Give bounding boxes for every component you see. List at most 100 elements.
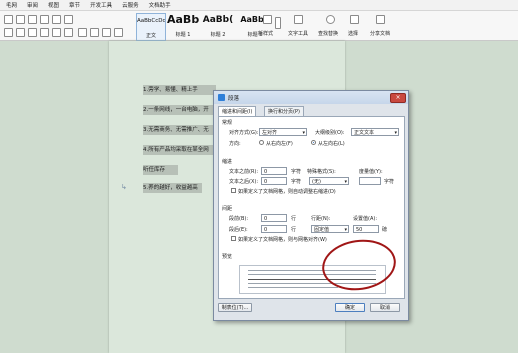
line-spacing-select[interactable]: 固定值 (311, 225, 349, 233)
dialog-titlebar[interactable]: 段落 × (214, 91, 408, 104)
new-style-label[interactable]: 新样式 (258, 30, 273, 37)
style-heading-2[interactable]: AaBb( 标题 2 (201, 13, 235, 39)
select-label[interactable]: 选择 (348, 30, 358, 37)
paragraph[interactable]: 2.一条网线，一台电脑，开 (143, 105, 214, 115)
menu-item[interactable]: 文档助手 (149, 1, 171, 9)
general-section-title: 常规 (222, 120, 233, 126)
measure-input[interactable] (359, 177, 381, 185)
line-spacing-icon[interactable] (52, 28, 61, 37)
dialog-title: 段落 (228, 96, 240, 102)
preview-section-title: 预览 (222, 254, 233, 260)
space-after-unit[interactable]: 行 (291, 226, 296, 233)
special-format-select[interactable]: (无) (309, 177, 349, 185)
space-after-label: 段后(E): (229, 227, 248, 233)
align-right-icon[interactable] (28, 28, 37, 37)
find-replace-label[interactable]: 查找替换 (318, 30, 338, 37)
align-label: 对齐方式(G): (229, 130, 259, 136)
menu-item[interactable]: 云服务 (122, 1, 139, 9)
indent-before-unit[interactable]: 字符 (291, 168, 301, 175)
snap-to-grid-checkbox[interactable] (231, 236, 236, 241)
styles-expand-icon[interactable] (275, 17, 281, 29)
measure-unit[interactable]: 字符 (384, 178, 394, 185)
share-label[interactable]: 分享文档 (370, 30, 390, 37)
share-icon[interactable] (376, 15, 385, 24)
special-format-label: 特殊格式(S): (307, 169, 336, 175)
rtl-radio[interactable] (259, 140, 264, 145)
paragraph[interactable]: 5.养的越好，收益越高 (143, 183, 202, 193)
auto-adjust-indent-label: 如果定义了文档网格，则自动调整右缩进(D) (238, 189, 336, 195)
select-cursor-icon[interactable] (350, 15, 359, 24)
indent-section-title: 缩进 (222, 159, 233, 165)
space-after-input[interactable]: 0 (261, 225, 287, 233)
justify-icon[interactable] (40, 28, 49, 37)
direction-label: 方向: (229, 141, 241, 147)
align-left-icon[interactable] (4, 28, 13, 37)
style-preview: AaBb( (202, 15, 234, 25)
new-style-icon[interactable] (263, 15, 272, 24)
menu-bar: 毛网 审阅 视图 章节 开发工具 云服务 文档助手 (0, 0, 518, 11)
outline-level-label: 大纲级别(O): (315, 130, 345, 136)
measure-label: 度量值(Y): (359, 169, 383, 175)
sort-icon[interactable] (52, 15, 61, 24)
close-button[interactable]: × (390, 93, 406, 103)
indent-after-label: 文本之后(X): (229, 179, 259, 185)
style-caption: 正文 (145, 33, 156, 39)
outline-level-select[interactable]: 正文文本 (351, 128, 399, 136)
style-normal[interactable]: AaBbCcDd 正文 (136, 13, 166, 41)
bullet-list-icon[interactable] (4, 15, 13, 24)
paint-bucket-icon[interactable] (90, 28, 99, 37)
paragraph[interactable]: 4.所有产品均采取在某全网 (143, 145, 214, 155)
menu-item[interactable]: 审阅 (27, 1, 38, 9)
paragraph[interactable]: 1.旁学、易懂、精上手 (143, 85, 216, 95)
outdent-icon[interactable] (28, 15, 37, 24)
menu-item[interactable]: 开发工具 (90, 1, 112, 9)
align-center-icon[interactable] (16, 28, 25, 37)
text-tool-label[interactable]: 文字工具 (288, 30, 308, 37)
setting-value-label: 设置值(A): (353, 216, 378, 222)
setting-value-unit[interactable]: 磅 (382, 226, 387, 233)
snap-to-grid-label: 如果定义了文档网格，则与网格对齐(W) (238, 237, 327, 243)
line-spacing-label: 行距(N): (311, 216, 331, 222)
menu-item[interactable]: 章节 (69, 1, 80, 9)
menu-item[interactable]: 毛网 (6, 1, 17, 9)
space-before-label: 段前(B): (229, 216, 249, 222)
style-preview: AaBbCcDd (137, 18, 165, 24)
indent-before-input[interactable]: 0 (261, 167, 287, 175)
paragraph-tool-icon[interactable]: ↳ (121, 183, 127, 191)
ribbon-toolbar: AaBbCcDd 正文 AaBb 标题 1 AaBb( 标题 2 AaBbC 标… (0, 11, 518, 41)
ltr-label: 从左向右(L) (318, 141, 345, 147)
menu-item[interactable]: 视图 (48, 1, 59, 9)
ltr-radio[interactable] (311, 140, 316, 145)
auto-adjust-indent-checkbox[interactable] (231, 188, 236, 193)
number-list-icon[interactable] (16, 15, 25, 24)
paragraph-dialog: 段落 × 缩进和间距(I) 换行和分页(P) 常规 对齐方式(G): 左对齐 大… (213, 90, 409, 321)
indent-after-input[interactable]: 0 (261, 177, 287, 185)
paragraph-mark-icon[interactable] (64, 15, 73, 24)
rtl-label: 从右向左(F) (266, 141, 293, 147)
style-caption: 标题 2 (210, 32, 226, 38)
shading-icon[interactable] (64, 28, 73, 37)
space-before-unit[interactable]: 行 (291, 215, 296, 222)
setting-value-input[interactable]: 50 (353, 225, 379, 233)
format-painter-icon[interactable] (114, 28, 123, 37)
align-select[interactable]: 左对齐 (259, 128, 307, 136)
text-tool-icon[interactable] (294, 15, 303, 24)
tabs-button[interactable]: 制表位(T)... (218, 303, 252, 312)
border-icon[interactable] (78, 28, 87, 37)
space-before-input[interactable]: 0 (261, 214, 287, 222)
cancel-button[interactable]: 取消 (370, 303, 400, 312)
spacing-section-title: 间距 (222, 206, 233, 212)
preview-line (248, 287, 338, 288)
spacer-icon (256, 25, 257, 26)
search-icon[interactable] (326, 15, 335, 24)
paragraph[interactable]: 听任库存 (143, 165, 178, 175)
indent-icon[interactable] (40, 15, 49, 24)
wps-logo-icon (218, 94, 225, 101)
style-preview: AaBb (167, 13, 199, 26)
ok-button[interactable]: 确定 (335, 303, 365, 312)
indent-before-label: 文本之前(R): (229, 169, 259, 175)
style-heading-1[interactable]: AaBb 标题 1 (167, 13, 199, 39)
table-border-icon[interactable] (102, 28, 111, 37)
indent-after-unit[interactable]: 字符 (291, 178, 301, 185)
paragraph[interactable]: 3.无需商务、无需推广、无 (143, 125, 214, 135)
